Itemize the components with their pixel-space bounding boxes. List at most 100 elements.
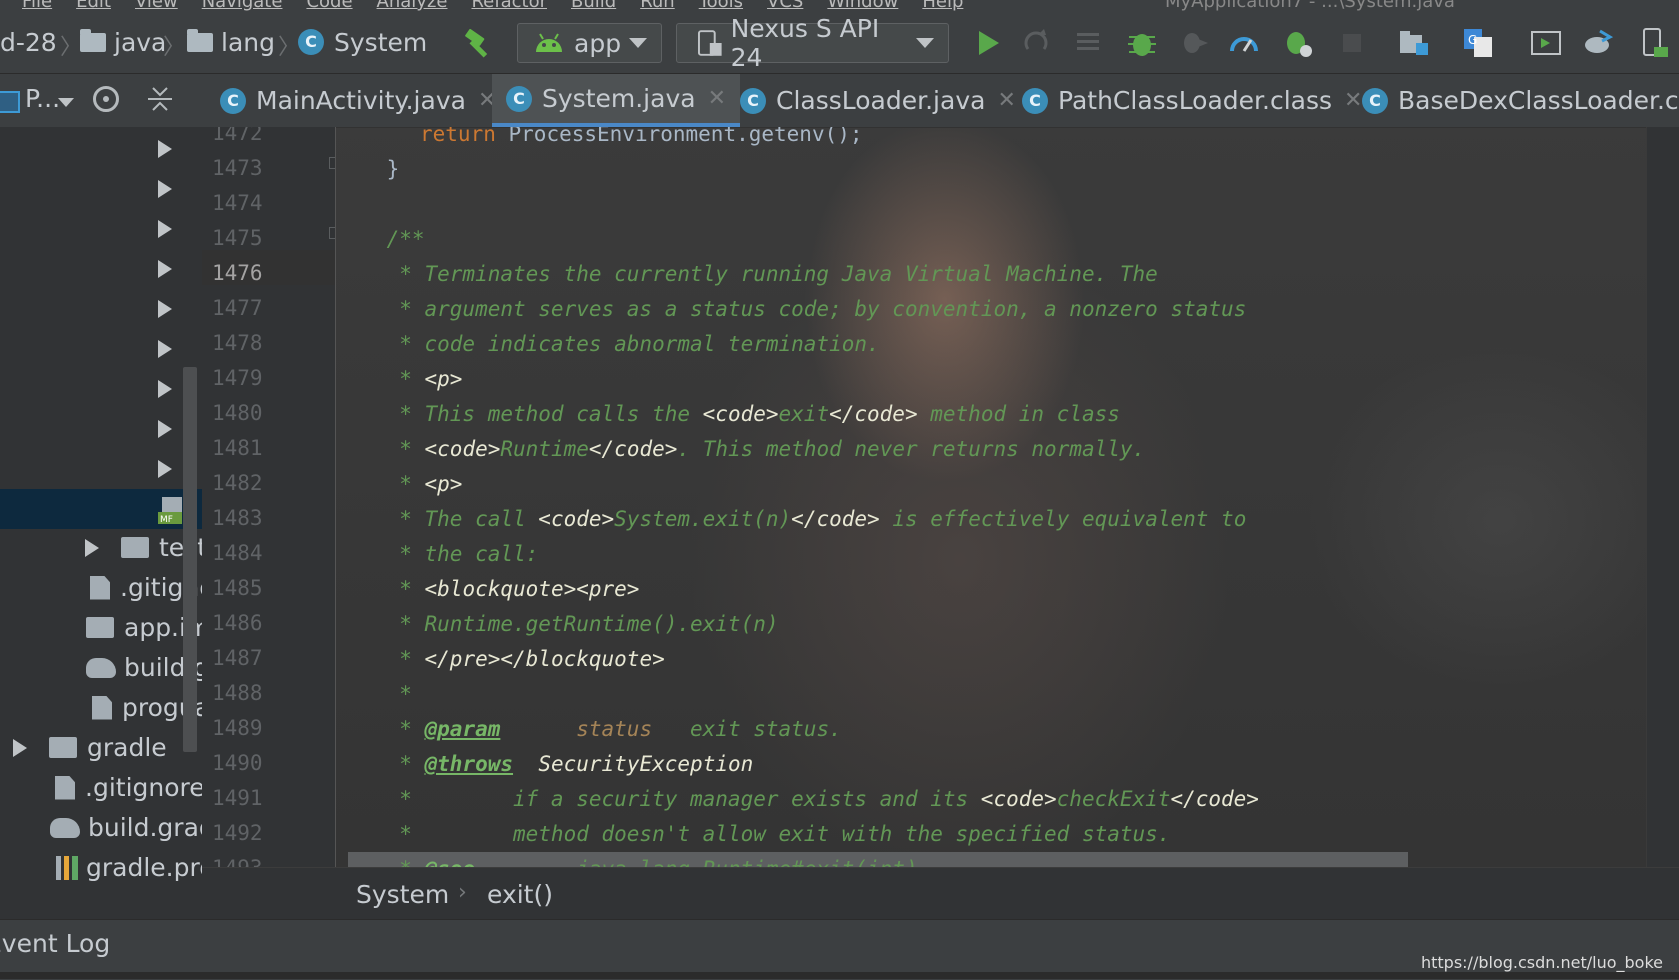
expand-arrow-icon[interactable] — [13, 738, 27, 757]
line-number: 1478 — [212, 331, 263, 355]
code-token: SecurityException — [538, 752, 754, 776]
tree-item-root-gitignore[interactable]: .gitignore — [55, 770, 202, 805]
chevron-down-icon — [916, 38, 934, 48]
menu-item-file[interactable]: File — [22, 0, 52, 12]
code-line: * @see java.lang.Runtime#exit(int) — [336, 852, 917, 867]
tab-main-activity[interactable]: C MainActivity.java ✕ — [206, 74, 510, 127]
expand-arrow-icon[interactable] — [158, 300, 172, 318]
event-log-button[interactable]: Event Log — [0, 929, 110, 958]
code-token: * Runtime.getRuntime().exit(n) — [336, 612, 779, 636]
breadcrumb-system[interactable]: C System — [298, 27, 427, 57]
apply-changes-icon[interactable] — [1073, 27, 1105, 59]
breadcrumb-module[interactable]: d-28 — [0, 27, 57, 57]
expand-arrow-icon[interactable] — [158, 220, 172, 238]
ignore-file-icon — [55, 775, 75, 800]
gradle-elephant-icon — [50, 817, 80, 838]
class-icon: C — [1022, 87, 1048, 114]
menu-item-refactor[interactable]: Refactor — [471, 0, 547, 12]
expand-arrow-icon[interactable] — [85, 538, 99, 557]
class-icon: C — [298, 29, 324, 55]
code-token: </code> — [1170, 787, 1259, 811]
code-token: <code> — [538, 507, 615, 531]
translate-icon[interactable]: G — [1462, 27, 1494, 59]
debug-bug-icon[interactable] — [1126, 27, 1158, 59]
expand-arrow-icon[interactable] — [158, 420, 172, 438]
code-editor[interactable]: return ProcessEnvironment.getenv(); } /*… — [336, 127, 1646, 867]
code-token: @see — [425, 857, 476, 867]
expand-arrow-icon[interactable] — [158, 340, 172, 358]
class-icon: C — [1362, 87, 1388, 114]
folder-icon — [49, 737, 77, 758]
code-line: /** — [336, 222, 425, 257]
status-bar: Event Log https://blog.csdn.net/luo_boke — [0, 919, 1679, 980]
tree-item-root-build-gradle[interactable]: build.gradle — [50, 810, 202, 845]
code-line: * This method calls the <code>exit</code… — [336, 397, 1120, 432]
close-icon[interactable]: ✕ — [708, 86, 726, 111]
tab-class-loader[interactable]: C ClassLoader.java ✕ — [726, 74, 1030, 127]
expand-arrow-icon[interactable] — [158, 260, 172, 278]
expand-arrow-icon[interactable] — [158, 180, 172, 198]
tab-base-dex-class-loader[interactable]: C BaseDexClassLoader.class — [1348, 74, 1679, 127]
breadcrumb-separator: 〉 — [278, 35, 301, 60]
menu-item-analyze[interactable]: Analyze — [377, 0, 448, 12]
project-structure-icon[interactable] — [1398, 27, 1430, 59]
code-token: <code> — [424, 437, 501, 461]
expand-arrow-icon[interactable] — [158, 140, 172, 158]
menu-item-view[interactable]: View — [135, 0, 178, 12]
build-hammer-icon[interactable] — [462, 29, 496, 59]
avd-manager-icon[interactable] — [1639, 27, 1671, 59]
tree-bottom-strip — [0, 895, 202, 919]
code-line: * <p> — [336, 467, 462, 502]
sync-gradle-icon[interactable] — [1582, 27, 1614, 59]
line-number: 1489 — [212, 716, 263, 740]
code-token: ProcessEnvironment.getenv(); — [508, 127, 863, 146]
line-number: 1485 — [212, 576, 263, 600]
expand-arrow-icon[interactable] — [158, 460, 172, 478]
menu-item-help[interactable]: Help — [922, 0, 963, 12]
tree-item-gradle-properties[interactable]: gradle.properties — [56, 850, 202, 885]
menu-item-edit[interactable]: Edit — [76, 0, 111, 12]
project-tree: MF test .gitignore app.iml build.gradle … — [0, 127, 202, 927]
line-number: 1493 — [212, 856, 282, 867]
folder-icon — [121, 537, 149, 558]
rerun-icon[interactable] — [1020, 27, 1052, 59]
debug-settings-icon[interactable] — [1282, 27, 1314, 59]
chevron-down-icon[interactable] — [58, 98, 74, 107]
line-number: 1476 — [212, 261, 263, 285]
project-view-label[interactable]: P... — [25, 84, 60, 113]
menu-item-tools[interactable]: Tools — [699, 0, 743, 12]
project-view-icon[interactable] — [0, 91, 20, 113]
menu-item-code[interactable]: Code — [306, 0, 352, 12]
menu-item-navigate[interactable]: Navigate — [202, 0, 283, 12]
nav-item-class[interactable]: System — [356, 880, 449, 909]
collapse-all-icon[interactable] — [147, 84, 173, 114]
nav-item-method[interactable]: exit() — [487, 880, 553, 909]
profiler-gauge-icon[interactable] — [1228, 27, 1260, 59]
code-line: * <code>Runtime</code>. This method neve… — [336, 432, 1145, 467]
menu-item-vcs[interactable]: VCS — [767, 0, 803, 12]
tab-path-class-loader[interactable]: C PathClassLoader.class ✕ — [1008, 74, 1376, 127]
code-token: * if a security manager exists and its — [336, 787, 981, 811]
code-line: * <p> — [336, 362, 462, 397]
run-icon[interactable] — [972, 27, 1004, 59]
code-token: </code> — [588, 437, 678, 461]
device-select[interactable]: Nexus S API 24 — [676, 14, 949, 72]
watermark-url: https://blog.csdn.net/luo_boke — [1420, 953, 1663, 972]
menu-item-run[interactable]: Run — [640, 0, 675, 12]
line-number: 1487 — [212, 646, 263, 670]
tab-system[interactable]: C System.java ✕ — [492, 74, 740, 127]
tree-item-gradle-folder[interactable]: gradle — [13, 730, 167, 765]
breadcrumb-lang-label: lang — [221, 27, 275, 57]
emulator-screen-icon[interactable] — [1530, 27, 1562, 59]
run-config-select[interactable]: app — [517, 23, 662, 63]
menu-item-window[interactable]: Window — [827, 0, 898, 12]
expand-arrow-icon[interactable] — [158, 380, 172, 398]
tree-scrollbar[interactable] — [183, 367, 197, 752]
stop-icon[interactable] — [1336, 27, 1368, 59]
locate-target-icon[interactable] — [93, 86, 119, 112]
breadcrumb-lang[interactable]: lang — [187, 27, 275, 57]
breadcrumb-java[interactable]: java — [80, 27, 166, 57]
attach-debugger-icon[interactable] — [1178, 27, 1210, 59]
menu-item-build[interactable]: Build — [571, 0, 616, 12]
